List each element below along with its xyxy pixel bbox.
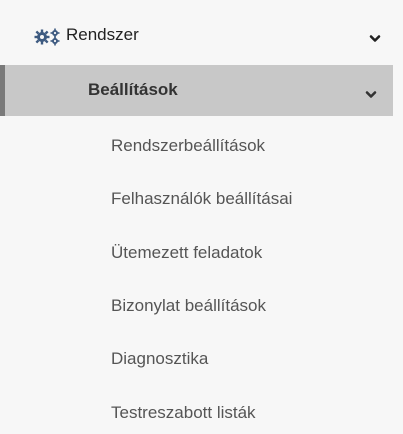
chevron-down-icon (365, 87, 377, 98)
cogs-icon (34, 28, 64, 46)
menu-group-label: Rendszer (66, 25, 139, 44)
chevron-down-icon (369, 31, 381, 42)
menu-item-felhasznalok-beallitasai[interactable]: Felhasználók beállításai (111, 189, 292, 209)
menu-item-diagnosztika[interactable]: Diagnosztika (111, 349, 208, 369)
menu-item-bizonylat-beallitasok[interactable]: Bizonylat beállítások (111, 296, 266, 316)
menu-subgroup-beallitasok[interactable]: Beállítások (0, 65, 393, 116)
menu-group-rendszer[interactable]: Rendszer (0, 0, 403, 65)
menu-item-testreszabott-listak[interactable]: Testreszabott listák (111, 403, 256, 423)
menu-subgroup-label: Beállítások (88, 80, 178, 99)
menu-item-rendszerbeallitasok[interactable]: Rendszerbeállítások (111, 136, 265, 156)
menu-item-utemezett-feladatok[interactable]: Ütemezett feladatok (111, 243, 262, 263)
sidebar-menu: Rendszer Beállítások Rendszerbeállítások… (0, 0, 403, 434)
